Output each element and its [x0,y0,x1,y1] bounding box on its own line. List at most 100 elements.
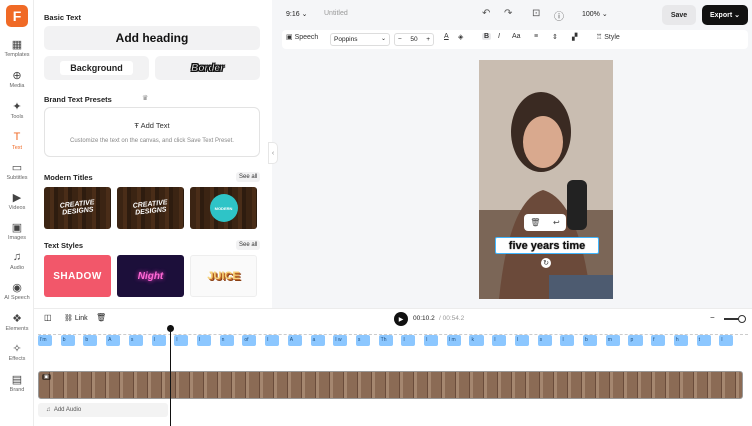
subtitle-clip[interactable]: I m [446,335,461,346]
text-style-card[interactable]: SHADOW [44,255,111,297]
sidebar-item-ai-speech[interactable]: ◉ AI Speech [0,280,34,308]
zoom-select[interactable]: 100% ⌄ [582,10,608,18]
link-button[interactable]: ⛓ Link [64,314,88,322]
border-text-button[interactable]: Border [155,56,260,80]
subtitle-clip[interactable]: I [401,335,416,346]
subtitle-clip[interactable]: p [628,335,643,346]
subtitle-clip[interactable]: s [355,335,370,346]
speech-button[interactable]: ▣ Speech [286,33,318,42]
modern-title-card[interactable]: MODERN [190,187,257,229]
play-button[interactable]: ▶ [394,312,408,326]
subtitle-clip[interactable]: f [651,335,666,346]
text-color-icon[interactable]: A [444,33,449,40]
split-icon[interactable]: ◫ [44,313,52,322]
back-icon[interactable]: ↩ [553,218,560,227]
subtitle-clip[interactable]: I'm [38,335,53,346]
help-icon[interactable]: ⓘ [554,8,564,23]
zoom-slider-knob[interactable] [738,315,746,323]
sidebar-item-images[interactable]: ▣ Images [0,220,34,248]
add-audio-button[interactable]: ♫ Add Audio [38,403,168,417]
subtitle-clip[interactable]: of [242,335,257,346]
trash-icon[interactable]: 🗑 [96,313,106,322]
playhead-handle[interactable] [167,325,174,332]
subtitle-clip[interactable]: Th [378,335,393,346]
text-style-card[interactable]: JUICE [190,255,257,297]
video-clip[interactable]: ▣ [38,371,743,399]
collapse-panel-button[interactable]: ‹ [268,142,278,164]
sidebar-item-audio[interactable]: ♫ Audio [0,250,34,278]
sidebar-item-brand[interactable]: ▤ Brand [0,372,34,400]
style-icon: ♖ [596,34,605,41]
project-title[interactable]: Untitled [324,10,348,17]
subtitle-clip[interactable]: b [60,335,75,346]
see-all-modern-titles[interactable]: See all [236,172,261,182]
subtitle-clip[interactable]: b [583,335,598,346]
sidebar-item-label: Effects [8,356,26,362]
sidebar-item-media[interactable]: ⊕ Media [0,68,34,96]
screenshot-icon[interactable]: ⊡ [532,8,540,19]
modern-title-card[interactable]: CREATIVE DESIGNS [44,187,111,229]
aspect-ratio-select[interactable]: 9:16 ⌄ [286,10,307,18]
plus-icon[interactable]: + [426,36,430,43]
subtitle-clip[interactable]: t [696,335,711,346]
subtitle-clip[interactable]: s [128,335,143,346]
subtitle-clip[interactable]: I [174,335,189,346]
add-text-button[interactable]: Ŧ Add Text [45,121,259,130]
case-icon[interactable]: Aa [512,33,521,40]
bold-icon[interactable]: B [482,33,492,40]
timeline-toolbar: ◫ ⛓ Link 🗑 ▶ 00:10.2 / 00:54.2 − [34,309,752,329]
redo-icon[interactable]: ↷ [504,8,512,19]
sidebar-item-videos[interactable]: ▶ Videos [0,190,34,218]
subtitle-clip[interactable]: I [719,335,734,346]
trash-icon[interactable]: 🗑 [530,218,540,227]
style-button[interactable]: ♖ Style [596,33,620,42]
font-size-stepper[interactable]: − 50 + [394,33,434,46]
subtitle-clip[interactable]: m [605,335,620,346]
sidebar-item-effects[interactable]: ✧ Effects [0,341,34,369]
playhead[interactable] [167,325,174,426]
sidebar-item-label: Subtitles [6,175,28,181]
subtitle-clip[interactable]: b [83,335,98,346]
font-family-select[interactable]: Poppins ⌄ [330,33,390,46]
subtitle-clip[interactable]: I [514,335,529,346]
brand-preset-box[interactable]: Ŧ Add Text Customize the text on the can… [44,107,260,157]
save-button[interactable]: Save [662,5,696,25]
subtitle-clip[interactable]: a [310,335,325,346]
see-all-text-styles[interactable]: See all [236,240,261,250]
subtitle-clip[interactable]: I [151,335,166,346]
subtitle-clip[interactable]: A [287,335,302,346]
sidebar-item-elements[interactable]: ❖ Elements [0,311,34,339]
align-icon[interactable]: ≡ [534,33,538,40]
highlight-icon[interactable]: ◈ [458,33,463,41]
minus-icon[interactable]: − [398,36,402,43]
caption-text[interactable]: five years time [495,237,599,254]
subtitle-clip[interactable]: A [106,335,121,346]
sidebar-item-tools[interactable]: ✦ Tools [0,99,34,127]
subtitle-clip[interactable]: h [673,335,688,346]
subtitle-clip[interactable]: n [219,335,234,346]
subtitle-clip[interactable]: s [537,335,552,346]
export-button[interactable]: Export ⌄ [702,5,748,25]
subtitle-clip[interactable]: k [469,335,484,346]
add-heading-button[interactable]: Add heading [44,26,260,50]
subtitle-clip[interactable]: I [424,335,439,346]
sidebar-item-text[interactable]: T Text [0,130,34,158]
transparency-icon[interactable]: ▞ [572,33,577,41]
subtitle-clip[interactable]: I [560,335,575,346]
rotate-icon[interactable]: ↻ [541,258,551,268]
sidebar-item-subtitles[interactable]: ▭ Subtitles [0,160,34,188]
video-canvas[interactable]: 🗑 ↩ five years time ↻ [479,60,613,299]
modern-title-card[interactable]: CREATIVE DESIGNS [117,187,184,229]
subtitle-clip[interactable]: I [492,335,507,346]
spacing-icon[interactable]: ⇕ [552,33,558,41]
undo-icon[interactable]: ↶ [482,8,490,19]
app-logo[interactable]: F [6,5,28,27]
zoom-out-icon[interactable]: − [710,313,715,322]
italic-icon[interactable]: I [498,33,500,40]
text-style-card[interactable]: Night [117,255,184,297]
subtitle-clip[interactable]: I [265,335,280,346]
sidebar-item-templates[interactable]: ▦ Templates [0,37,34,65]
subtitle-clip[interactable]: I w [333,335,348,346]
subtitle-clip[interactable]: I [196,335,212,346]
background-text-button[interactable]: Background [44,56,149,80]
